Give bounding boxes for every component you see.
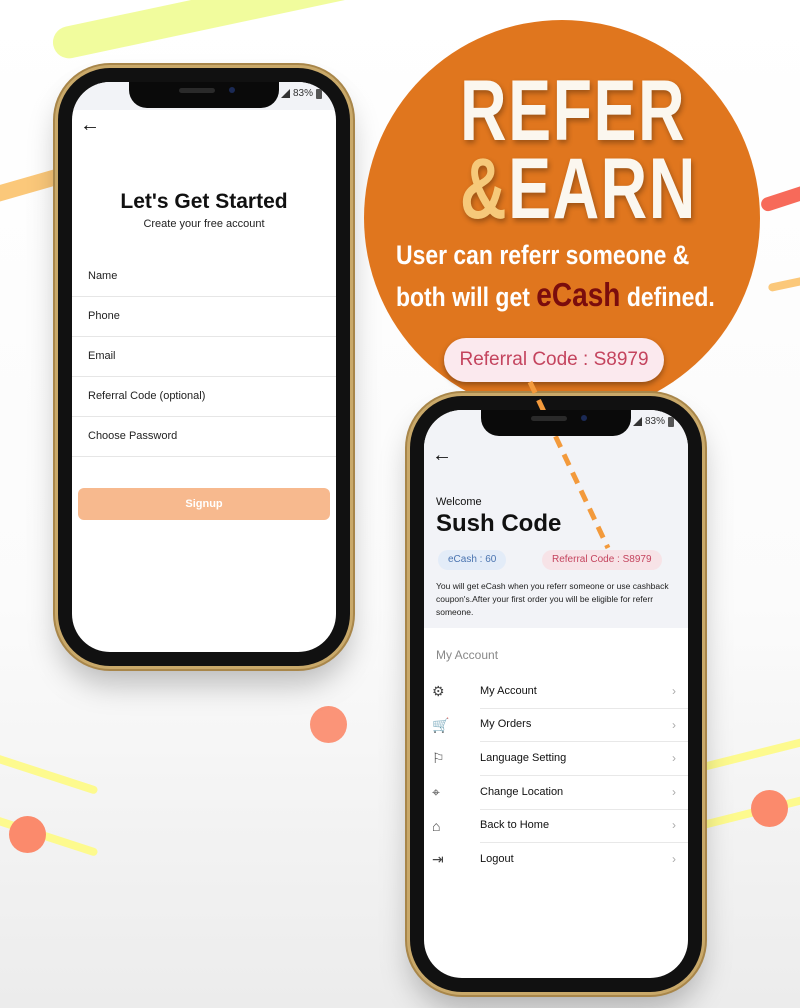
phone-field[interactable]: Phone <box>72 296 336 337</box>
menu-item-language-setting[interactable]: ⚐ Language Setting › <box>424 742 688 776</box>
decor-stripe-orange-right <box>767 275 800 293</box>
ecash-description: You will get eCash when you referr someo… <box>436 581 669 617</box>
chevron-right-icon: › <box>672 851 676 866</box>
menu-item-label: Back to Home <box>480 809 688 844</box>
page-title: Let's Get Started <box>120 190 288 213</box>
account-menu: ⚙ My Account › 🛒 My Orders › ⚐ Language Setti… <box>424 675 688 877</box>
status-indicators: 83% <box>632 416 674 427</box>
decor-dot <box>310 706 347 743</box>
decor-dot <box>751 790 788 827</box>
referral-code-field[interactable]: Referral Code (optional) <box>72 376 336 417</box>
decor-stripe-yellow-top <box>50 0 390 62</box>
tagline-line1: User can referr someone & <box>396 240 690 270</box>
chevron-right-icon: › <box>672 751 676 766</box>
ecash-badge: eCash : 60 <box>438 550 507 570</box>
decor-stripe-yellow-left1 <box>0 753 99 795</box>
signup-phone: 83% ← Let's Get Started Create your free… <box>58 68 350 666</box>
headline-ampersand: & <box>460 141 509 237</box>
tagline-pre: both will get <box>396 282 537 312</box>
arrow-left-icon[interactable]: ← <box>80 114 100 137</box>
menu-item-back-to-home[interactable]: ⌂ Back to Home › <box>424 809 688 844</box>
profile-phone: 83% ← Welcome Sush Code eCash : 60 Refer… <box>410 396 702 992</box>
decor-stripe-red-right <box>759 181 800 213</box>
page-subtitle: Create your free account <box>143 218 265 230</box>
battery-percent: 83% <box>292 88 313 99</box>
home-icon: ⌂ <box>432 818 441 835</box>
name-field[interactable]: Name <box>72 256 336 297</box>
status-indicators: 83% <box>280 88 322 99</box>
gear-icon: ⚙ <box>432 683 445 700</box>
menu-item-my-orders[interactable]: 🛒 My Orders › <box>424 709 688 743</box>
logout-icon: ⇥ <box>432 851 444 868</box>
referral-code-callout: Referral Code : S8979 <box>444 338 664 382</box>
headline-earn-text: EARN <box>508 141 697 237</box>
username: Sush Code <box>436 510 562 537</box>
decor-stripe-yellow-right1 <box>700 736 800 772</box>
chevron-right-icon: › <box>672 684 676 698</box>
flag-icon: ⚐ <box>432 750 445 767</box>
menu-item-my-account[interactable]: ⚙ My Account › <box>424 675 688 709</box>
menu-item-label: My Orders <box>480 708 688 743</box>
battery-icon <box>668 416 674 427</box>
signup-screen: 83% ← Let's Get Started Create your free… <box>72 82 336 652</box>
phone-notch <box>481 410 631 436</box>
menu-item-label: Language Setting <box>480 742 688 776</box>
battery-percent: 83% <box>644 416 665 427</box>
menu-item-label: Change Location <box>480 776 688 810</box>
tagline-ecash: eCash <box>536 276 621 313</box>
tagline-post: defined. <box>620 282 715 312</box>
signal-icon <box>632 417 642 426</box>
battery-icon <box>316 88 322 99</box>
location-pin-icon: ⌖ <box>432 784 440 801</box>
profile-screen: 83% ← Welcome Sush Code eCash : 60 Refer… <box>424 410 688 978</box>
referral-code-badge[interactable]: Referral Code : S8979 <box>542 550 662 570</box>
menu-item-label: Logout <box>480 853 514 866</box>
menu-item-logout[interactable]: ⇥ Logout › <box>424 843 688 877</box>
tagline-line2: both will get eCash defined. <box>396 276 715 314</box>
decor-dot <box>9 816 46 853</box>
phone-notch <box>129 82 279 108</box>
chevron-right-icon: › <box>672 818 676 833</box>
cart-icon: 🛒 <box>432 716 450 733</box>
menu-item-label: My Account <box>480 675 688 709</box>
password-field[interactable]: Choose Password <box>72 416 336 457</box>
signup-button[interactable]: Signup <box>78 488 330 520</box>
chevron-right-icon: › <box>672 784 676 799</box>
menu-item-change-location[interactable]: ⌖ Change Location › <box>424 776 688 810</box>
headline-earn: &EARN <box>460 146 697 232</box>
signal-icon <box>280 89 290 98</box>
arrow-left-icon[interactable]: ← <box>432 444 452 467</box>
email-field[interactable]: Email <box>72 336 336 377</box>
welcome-label: Welcome <box>436 496 482 508</box>
chevron-right-icon: › <box>672 717 676 732</box>
section-title: My Account <box>436 648 499 662</box>
